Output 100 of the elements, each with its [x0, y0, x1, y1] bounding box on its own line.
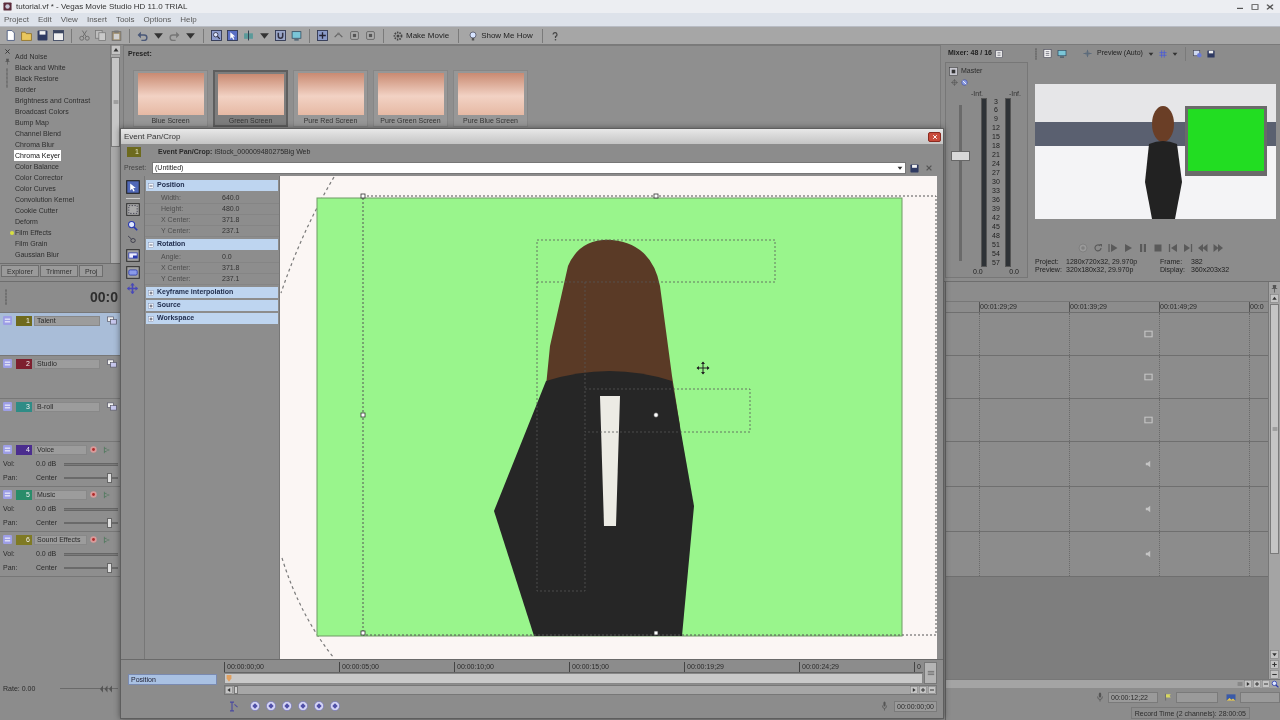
volume-slider[interactable] — [64, 507, 118, 511]
maximize-icon[interactable] — [1250, 2, 1260, 11]
screen-icon[interactable] — [291, 30, 302, 41]
magnet-icon[interactable] — [275, 30, 286, 41]
menu-item[interactable]: Options — [143, 14, 172, 25]
pin-icon[interactable] — [1270, 284, 1279, 293]
center-icon[interactable] — [125, 266, 140, 279]
pin-icon[interactable] — [3, 58, 11, 65]
close-button[interactable] — [928, 131, 941, 142]
grip-lines-icon[interactable] — [926, 669, 935, 677]
close-icon[interactable] — [3, 48, 11, 55]
pan-slider[interactable] — [64, 563, 118, 573]
volume-slider[interactable] — [64, 552, 118, 556]
magnifier-icon[interactable] — [127, 220, 138, 231]
delete-preset-icon[interactable] — [925, 164, 933, 172]
compositing-icon[interactable] — [107, 316, 117, 325]
zoom-in-icon[interactable] — [1253, 680, 1261, 688]
pan-slider[interactable] — [64, 473, 118, 483]
microphone-icon[interactable] — [881, 701, 888, 711]
crosshair-icon[interactable] — [951, 78, 958, 86]
record-button-icon[interactable] — [90, 446, 97, 453]
zoom-tool-icon[interactable] — [127, 235, 138, 245]
monitor-icon[interactable] — [1057, 49, 1067, 58]
track-grip-icon[interactable] — [3, 490, 12, 499]
stop-icon[interactable] — [1153, 243, 1163, 253]
time-field[interactable] — [1240, 691, 1280, 703]
pan-slider-thumb[interactable] — [107, 473, 113, 483]
magnifier-icon[interactable] — [211, 30, 222, 41]
save-preset-icon[interactable] — [910, 163, 919, 173]
go-to-start-icon[interactable] — [1168, 243, 1178, 253]
new-page-icon[interactable] — [5, 30, 16, 41]
scroll-down-icon[interactable] — [1270, 650, 1279, 659]
toolbar-button[interactable]: Make Movie — [391, 28, 452, 43]
pan-slider[interactable] — [64, 518, 118, 528]
menu-item[interactable]: Edit — [37, 14, 52, 25]
keyframe-diamond-icon[interactable] — [330, 701, 340, 711]
scroll-right-icon[interactable] — [1244, 680, 1252, 688]
compositing-icon[interactable] — [107, 402, 117, 411]
redo-icon[interactable] — [169, 30, 180, 41]
fader-thumb[interactable] — [950, 151, 970, 161]
track-grip-icon[interactable] — [3, 445, 12, 454]
keyframe-diamond-icon[interactable] — [314, 701, 324, 711]
folder-icon[interactable] — [21, 30, 32, 41]
keyframe-diamond-icon[interactable] — [298, 701, 308, 711]
marker-flag-icon[interactable] — [1164, 693, 1172, 701]
menu-item[interactable]: Insert — [86, 14, 107, 25]
scroll-right-icon[interactable] — [910, 686, 918, 694]
channel-icon[interactable] — [949, 66, 958, 76]
keyframe-diamond-icon[interactable] — [266, 701, 276, 711]
landscape-icon[interactable] — [1226, 692, 1236, 702]
play-icon[interactable] — [1123, 243, 1133, 253]
menu-item[interactable]: Project — [4, 14, 29, 25]
text-cursor-icon[interactable] — [228, 700, 238, 712]
record-button-icon[interactable] — [90, 491, 97, 498]
compositing-icon[interactable] — [107, 359, 117, 368]
caret-icon[interactable] — [1147, 50, 1154, 57]
cursor-icon[interactable] — [227, 30, 238, 41]
play-from-start-icon[interactable] — [1108, 243, 1118, 253]
scrollbar-thumb[interactable] — [1270, 304, 1279, 554]
caret-icon[interactable] — [259, 30, 270, 41]
undo-icon[interactable] — [137, 30, 148, 41]
scrollbar-thumb[interactable] — [111, 57, 120, 147]
go-to-end-icon[interactable] — [1183, 243, 1193, 253]
zoom-in-icon[interactable] — [919, 686, 927, 694]
pan-slider-thumb[interactable] — [107, 518, 113, 528]
save-icon[interactable] — [37, 30, 48, 41]
track-grip-icon[interactable] — [3, 316, 12, 325]
previous-frame-icon[interactable] — [1198, 243, 1208, 253]
square-icon[interactable] — [365, 30, 376, 41]
copy-icon[interactable] — [95, 30, 106, 41]
properties-icon[interactable] — [1043, 49, 1052, 58]
zoom-out-icon[interactable] — [1270, 670, 1279, 679]
pause-icon[interactable] — [1138, 243, 1148, 253]
scroll-up-icon[interactable] — [1270, 294, 1279, 303]
track-grip-icon[interactable] — [3, 535, 12, 544]
magnifier-icon[interactable] — [1271, 680, 1279, 688]
keyframe-diamond-icon[interactable] — [282, 701, 292, 711]
rate-slider[interactable] — [60, 685, 118, 693]
menu-item[interactable]: Tools — [115, 14, 135, 25]
caret-icon[interactable] — [1171, 50, 1178, 57]
scroll-left-icon[interactable] — [225, 686, 233, 694]
menu-item[interactable]: View — [60, 14, 78, 25]
scissors-icon[interactable] — [79, 30, 90, 41]
split-icon[interactable] — [243, 30, 254, 41]
caret-icon[interactable] — [153, 30, 164, 41]
save-icon[interactable] — [1206, 49, 1215, 58]
selection-tool-icon[interactable] — [125, 203, 140, 216]
aspect-lock-icon[interactable] — [125, 249, 140, 262]
close-icon[interactable] — [1265, 2, 1275, 11]
cursor-tool-icon[interactable] — [125, 180, 140, 194]
track-grip-icon[interactable] — [3, 359, 12, 368]
next-frame-icon[interactable] — [1213, 243, 1223, 253]
time-field[interactable] — [1176, 691, 1218, 703]
plus-icon[interactable] — [317, 30, 328, 41]
move-arrows-icon[interactable] — [127, 283, 138, 294]
pan-slider-thumb[interactable] — [107, 563, 113, 573]
zoom-in-icon[interactable] — [1270, 660, 1279, 669]
fader-slider[interactable] — [950, 104, 970, 261]
square-icon[interactable] — [349, 30, 360, 41]
volume-slider[interactable] — [64, 462, 118, 466]
